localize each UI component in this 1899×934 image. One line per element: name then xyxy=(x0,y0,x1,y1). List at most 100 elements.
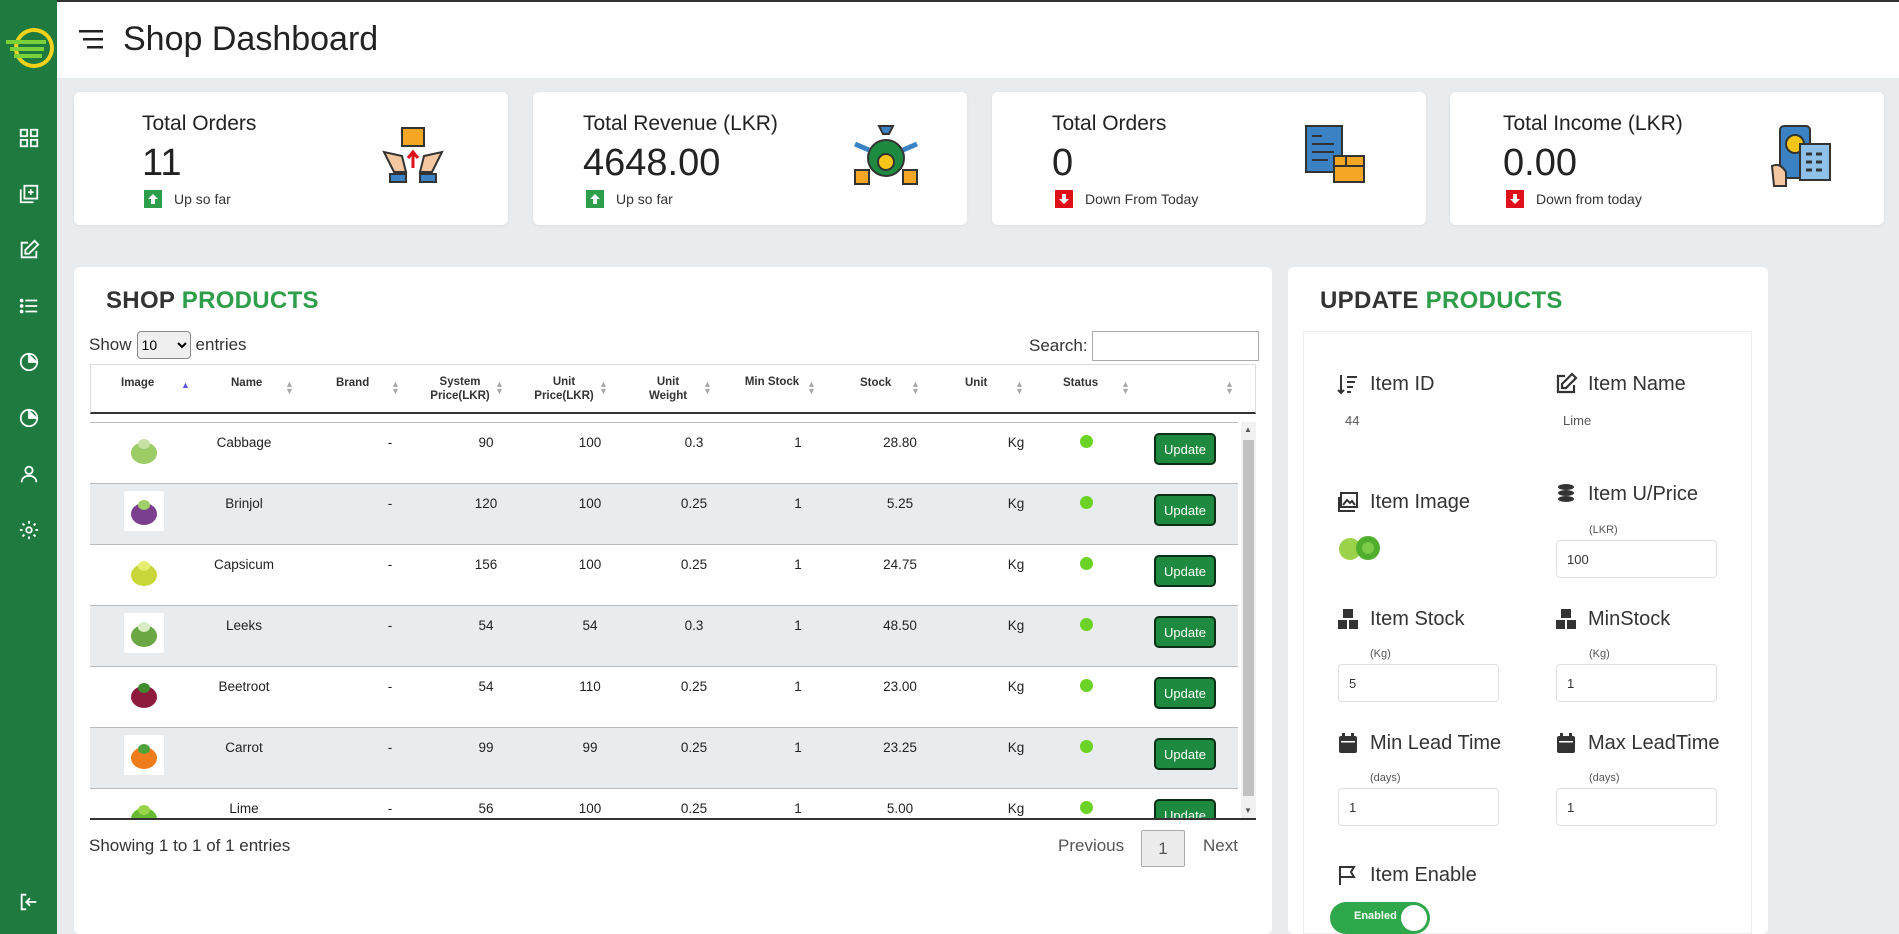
update-button[interactable]: Update xyxy=(1154,677,1216,709)
flag-icon xyxy=(1339,866,1356,885)
sort-icon[interactable]: ▲ ▼ xyxy=(1015,380,1024,396)
status-indicator xyxy=(1080,679,1093,692)
sort-icon[interactable]: ▲ ▼ xyxy=(599,380,608,396)
sort-icon[interactable]: ▲ ▼ xyxy=(703,380,712,396)
sort-icon[interactable]: ▲ ▼ xyxy=(495,380,504,396)
item-stock-label: Item Stock xyxy=(1336,607,1464,631)
cell-system-price: 56 xyxy=(478,801,494,816)
cell-unit: Kg xyxy=(1007,679,1025,694)
cell-name: Brinjol xyxy=(225,496,263,511)
stock-input[interactable] xyxy=(1338,664,1499,702)
cell-name: Leeks xyxy=(225,618,263,633)
column-header-unit-weight[interactable]: Unit Weight xyxy=(637,375,699,403)
min-lead-input[interactable] xyxy=(1338,788,1499,826)
edit-icon xyxy=(1556,372,1578,394)
edit-icon[interactable] xyxy=(17,238,41,262)
table-row: Leeks - 54 54 0.3 1 48.50 Kg Update xyxy=(90,605,1238,666)
user-icon[interactable] xyxy=(17,462,41,486)
cell-unit: Kg xyxy=(1007,801,1025,816)
column-header-unit-price[interactable]: Unit Price(LKR) xyxy=(533,375,595,403)
min-stock-input[interactable] xyxy=(1556,664,1717,702)
sort-icon[interactable]: ▲ ▼ xyxy=(391,380,400,396)
cell-unit: Kg xyxy=(1007,618,1025,633)
column-header-min-stock[interactable]: Min Stock xyxy=(741,375,803,389)
lime-image xyxy=(1339,536,1380,560)
sort-icon[interactable]: ▲ ▼ xyxy=(1121,380,1130,396)
update-button[interactable]: Update xyxy=(1154,555,1216,587)
cell-min-stock: 1 xyxy=(794,618,802,633)
sort-icon[interactable]: ▲ ▼ xyxy=(911,380,920,396)
update-button[interactable]: Update xyxy=(1154,799,1216,818)
next-page-button[interactable]: Next xyxy=(1203,836,1238,856)
cell-system-price: 99 xyxy=(478,740,494,755)
pie-chart-icon-2[interactable] xyxy=(17,406,41,430)
cell-system-price: 54 xyxy=(478,618,494,633)
cell-name: Beetroot xyxy=(218,679,270,694)
sort-icon[interactable]: ▲ ▼ xyxy=(285,380,294,396)
cell-min-stock: 1 xyxy=(794,435,802,450)
table-info: Showing 1 to 1 of 1 entries xyxy=(89,836,291,855)
stat-value: 4648.00 xyxy=(583,142,721,184)
column-header-unit[interactable]: Unit xyxy=(965,376,987,390)
update-button[interactable]: Update xyxy=(1154,616,1216,648)
table-row: Beetroot - 54 110 0.25 1 23.00 Kg Update xyxy=(90,666,1238,727)
column-header-system-price[interactable]: System Price(LKR) xyxy=(429,375,491,403)
pie-chart-icon[interactable] xyxy=(17,350,41,374)
stat-trend: Down From Today xyxy=(1055,190,1198,208)
min-lead-unit: (days) xyxy=(1370,772,1401,784)
max-lead-input[interactable] xyxy=(1556,788,1717,826)
logout-icon[interactable] xyxy=(17,890,41,914)
menu-icon[interactable] xyxy=(79,28,105,50)
hands-package-icon xyxy=(382,127,444,183)
price-input[interactable] xyxy=(1556,540,1717,578)
cell-brand: - xyxy=(387,435,393,450)
coins-icon xyxy=(1558,484,1574,502)
capsicum-image xyxy=(124,552,164,592)
scroll-up-icon[interactable]: ▲ xyxy=(1244,425,1252,434)
cell-min-stock: 1 xyxy=(794,496,802,511)
column-header-stock[interactable]: Stock xyxy=(860,376,891,390)
settings-icon[interactable] xyxy=(17,518,41,542)
search-input[interactable] xyxy=(1091,331,1259,361)
cell-unit-weight: 0.25 xyxy=(680,557,708,572)
cell-stock: 24.75 xyxy=(883,557,917,572)
update-button[interactable]: Update xyxy=(1154,738,1216,770)
search-box: Search: xyxy=(1029,331,1259,361)
previous-page-button[interactable]: Previous xyxy=(1058,836,1124,856)
column-header-status[interactable]: Status xyxy=(1063,376,1098,390)
item-id-value: 44 xyxy=(1345,413,1360,428)
sort-icon[interactable]: ▲ ▼ xyxy=(807,380,816,396)
status-indicator xyxy=(1080,740,1093,753)
money-bag-icon xyxy=(854,125,918,185)
sort-asc-icon[interactable]: ▲ xyxy=(181,381,190,390)
cell-min-stock: 1 xyxy=(794,557,802,572)
list-icon[interactable] xyxy=(17,294,41,318)
dashboard-icon[interactable] xyxy=(17,126,41,150)
item-enable-toggle[interactable]: Enabled xyxy=(1330,902,1430,934)
cell-system-price: 90 xyxy=(478,435,494,450)
page-size-select[interactable]: 10 xyxy=(136,331,191,359)
status-indicator xyxy=(1080,557,1093,570)
update-button[interactable]: Update xyxy=(1154,494,1216,526)
add-item-icon[interactable] xyxy=(17,182,41,206)
column-header-name[interactable]: Name xyxy=(231,376,262,390)
page-1-button[interactable]: 1 xyxy=(1141,830,1185,867)
table-scrollbar[interactable]: ▲ ▼ xyxy=(1241,422,1256,818)
stat-label: Total Revenue (LKR) xyxy=(583,112,778,135)
status-indicator xyxy=(1080,801,1093,814)
update-panel-title: UPDATE PRODUCTS xyxy=(1320,287,1563,314)
column-header-image[interactable]: Image xyxy=(121,376,154,390)
scrollbar-thumb[interactable] xyxy=(1243,440,1254,796)
cell-brand: - xyxy=(387,618,393,633)
update-button[interactable]: Update xyxy=(1154,433,1216,465)
sort-icon[interactable]: ▲ ▼ xyxy=(1225,380,1234,396)
logo[interactable] xyxy=(4,26,54,70)
scroll-down-icon[interactable]: ▼ xyxy=(1244,806,1252,815)
calculator-icon xyxy=(1770,125,1831,187)
cell-stock: 5.25 xyxy=(886,496,914,511)
status-indicator xyxy=(1080,435,1093,448)
arrow-down-icon xyxy=(1506,190,1524,208)
invoice-icon xyxy=(1305,125,1365,183)
column-header-brand[interactable]: Brand xyxy=(336,376,369,390)
cell-name: Cabbage xyxy=(216,435,272,450)
